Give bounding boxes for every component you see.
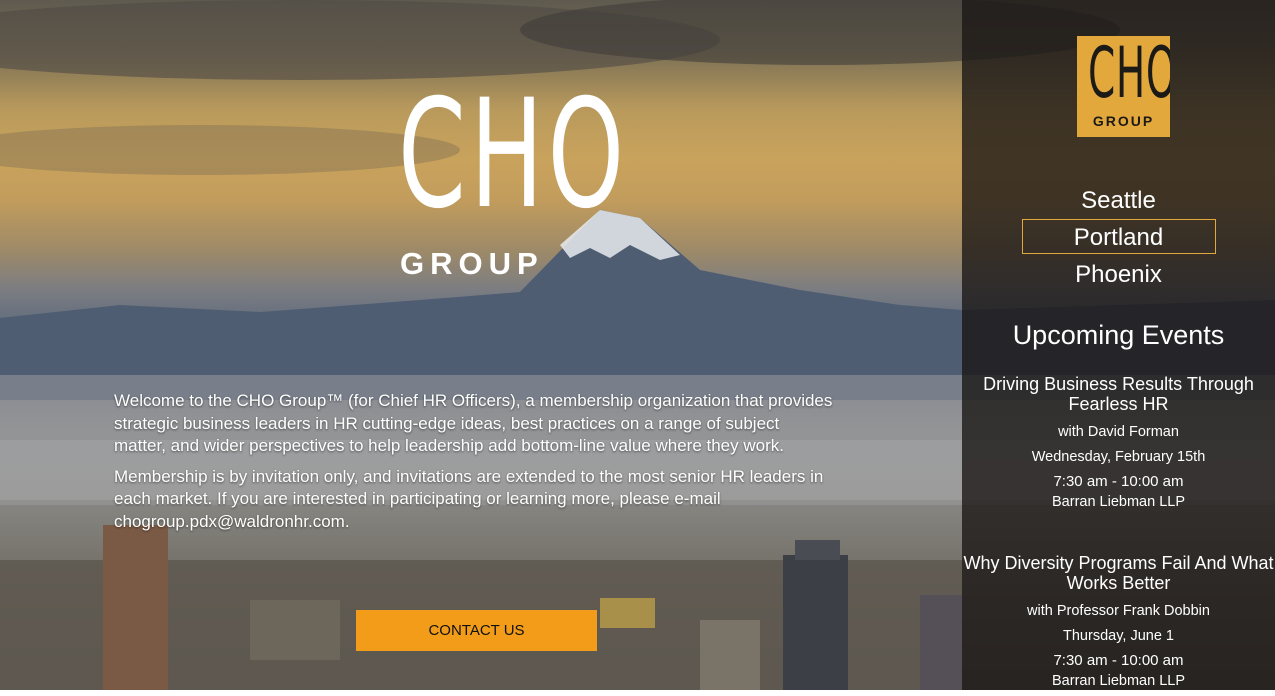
event-item[interactable]: Driving Business Results Through Fearles…	[962, 374, 1275, 517]
event-title: Why Diversity Programs Fail And What Wor…	[963, 553, 1274, 593]
intro-paragraph-2: Membership is by invitation only, and in…	[114, 466, 824, 531]
sidebar: CHO GROUP Seattle Portland Phoenix Upcom…	[962, 0, 1275, 690]
event-venue: Barran Liebman LLP	[1052, 494, 1185, 510]
event-title: Driving Business Results Through Fearles…	[983, 374, 1254, 414]
upcoming-events-heading: Upcoming Events	[1012, 320, 1225, 350]
event-time: 7:30 am - 10:00 am	[1053, 473, 1184, 490]
intro-text: Welcome to the CHO Group™ (for Chief HR …	[114, 390, 834, 541]
event-speaker: with Professor Frank Dobbin	[1027, 603, 1210, 619]
event-item[interactable]: Why Diversity Programs Fail And What Wor…	[962, 553, 1275, 696]
sidebar-logo-letters: CHO	[1088, 36, 1170, 114]
hero-logo-group: GROUP	[400, 246, 544, 281]
hero-logo: CHO GROUP	[398, 68, 629, 281]
intro-paragraph-1: Welcome to the CHO Group™ (for Chief HR …	[114, 391, 833, 455]
city-phoenix[interactable]: Phoenix	[1022, 256, 1216, 291]
city-nav: Seattle Portland Phoenix	[962, 182, 1275, 293]
sidebar-logo[interactable]: CHO GROUP	[1077, 36, 1170, 137]
event-time: 7:30 am - 10:00 am	[1053, 652, 1184, 669]
event-date: Thursday, June 1	[1063, 628, 1174, 644]
hero-logo-letters: CHO	[398, 68, 629, 242]
contact-us-button[interactable]: CONTACT US	[356, 610, 597, 651]
event-venue: Barran Liebman LLP	[1052, 673, 1185, 689]
city-seattle[interactable]: Seattle	[1022, 182, 1216, 217]
sidebar-logo-group: GROUP	[1092, 113, 1155, 129]
event-date: Wednesday, February 15th	[1031, 449, 1206, 465]
city-portland[interactable]: Portland	[1021, 219, 1216, 254]
event-speaker: with David Forman	[1058, 424, 1179, 440]
